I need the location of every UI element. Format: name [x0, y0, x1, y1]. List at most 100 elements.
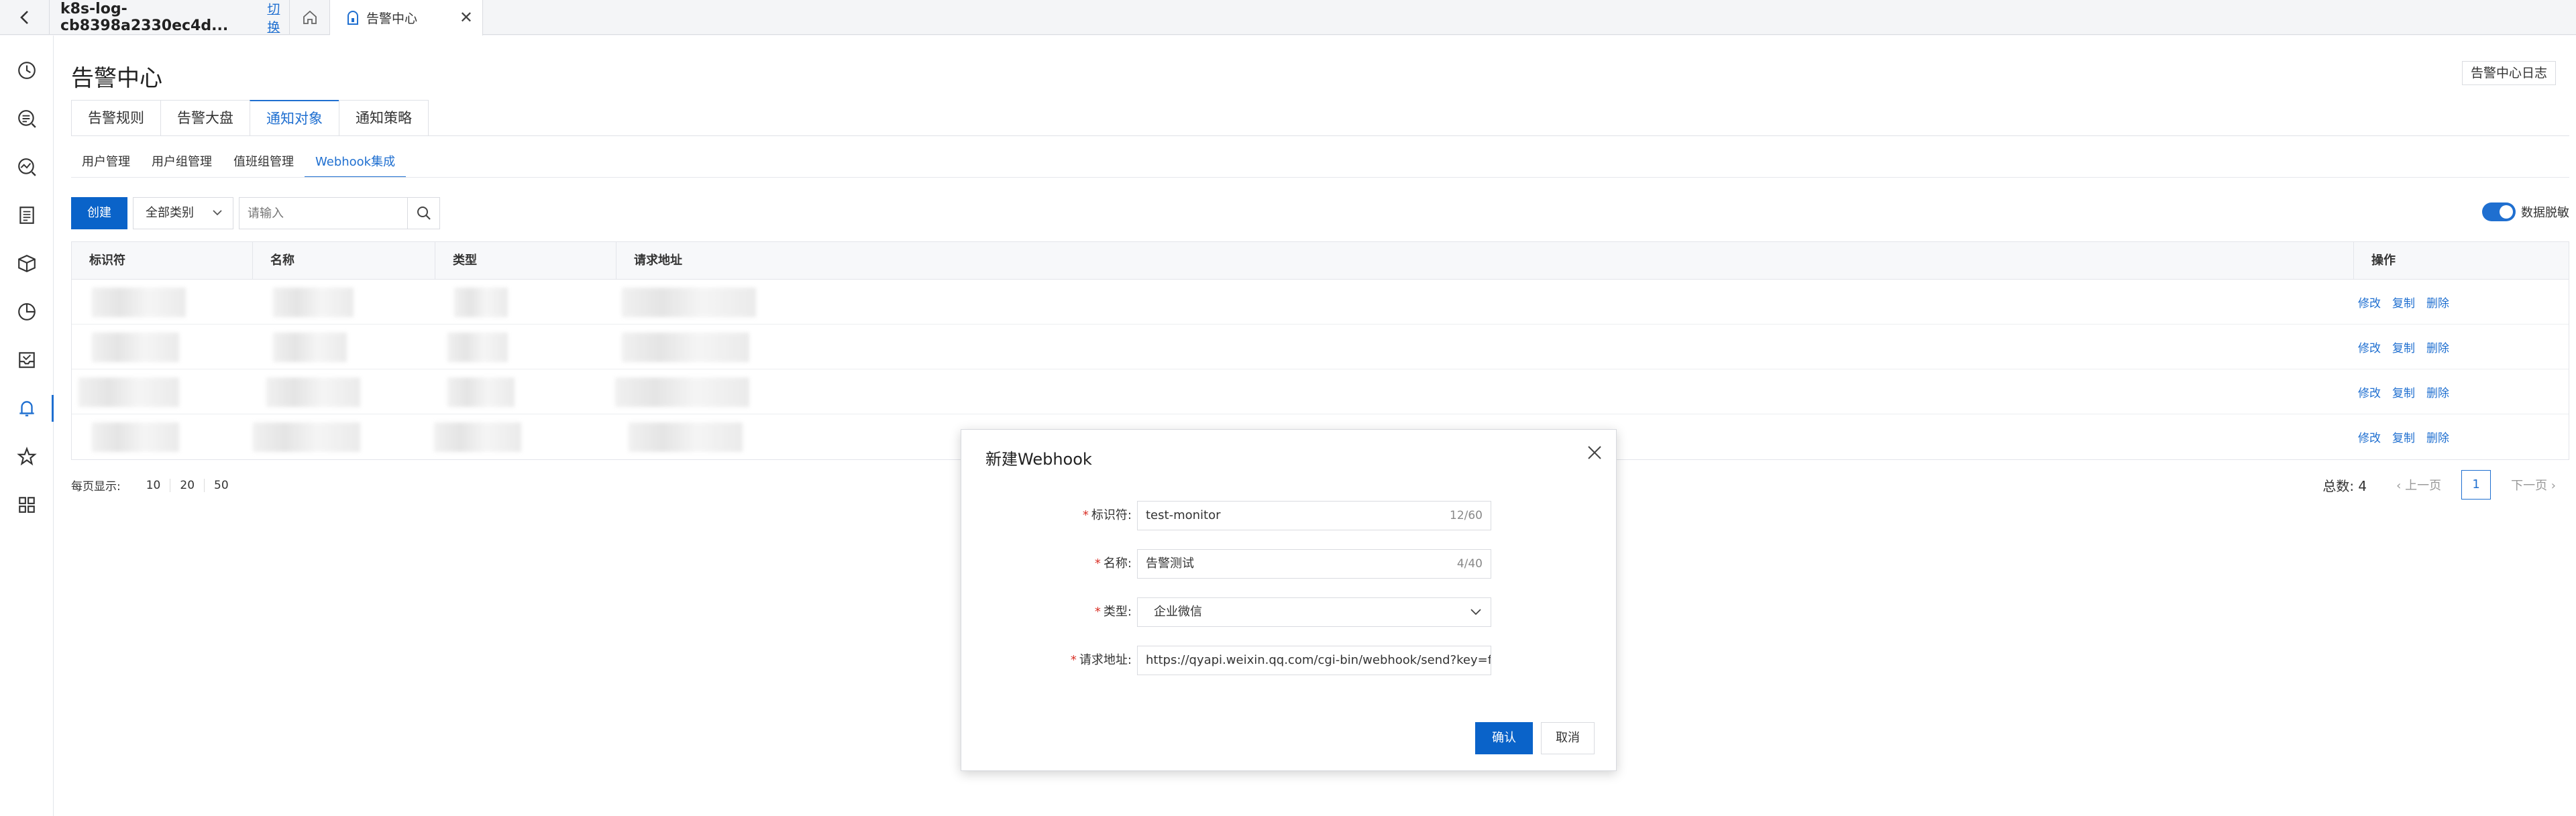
masked-name [266, 377, 360, 407]
name-field[interactable]: 告警测试 4/40 [1137, 549, 1491, 579]
switch-project-link[interactable]: 切换 [267, 0, 289, 36]
identifier-value: test-monitor [1146, 508, 1221, 522]
home-tab[interactable] [290, 0, 330, 35]
tab-alert-dashboard[interactable]: 告警大盘 [160, 100, 250, 136]
masked-name [253, 422, 360, 452]
header-identifier: 标识符 [72, 242, 253, 279]
header-type: 类型 [435, 242, 616, 279]
cancel-button[interactable]: 取消 [1541, 722, 1595, 754]
project-tab[interactable]: k8s-log-cb8398a2330ec4d... 切换 [50, 0, 290, 35]
tab-notify-policies[interactable]: 通知策略 [339, 100, 429, 136]
bell-icon [19, 401, 34, 416]
total-count: 总数: 4 [2322, 477, 2367, 494]
back-button[interactable] [0, 0, 50, 35]
box-icon [18, 255, 36, 272]
page-size-option[interactable]: 10 [137, 478, 171, 492]
url-row: * 请求地址: https://qyapi.weixin.qq.com/cgi-b… [961, 646, 1617, 675]
data-masking-toggle-wrap: 数据脱敏 [2482, 202, 2569, 221]
star-icon [17, 447, 37, 466]
sidebar-item-inbox[interactable] [0, 340, 54, 380]
copy-link[interactable]: 复制 [2392, 294, 2415, 310]
chevron-left-icon [19, 11, 28, 24]
table-row: 修改 复制 删除 [72, 280, 2569, 325]
masked-url [615, 377, 749, 407]
identifier-label: * 标识符: [1082, 508, 1132, 522]
table-row: 修改 复制 删除 [72, 325, 2569, 369]
masked-identifier [78, 377, 179, 407]
page-number-current[interactable]: 1 [2461, 470, 2491, 500]
type-select[interactable]: 企业微信 [1137, 597, 1491, 627]
tab-notify-targets[interactable]: 通知对象 [250, 100, 339, 136]
page-size-label: 每页显示: [71, 480, 121, 493]
close-tab-icon[interactable]: ✕ [460, 8, 473, 27]
table-row: 修改 复制 删除 [72, 369, 2569, 414]
sidebar-item-metrics-search[interactable] [0, 147, 54, 187]
header-name: 名称 [253, 242, 435, 279]
confirm-button[interactable]: 确认 [1475, 722, 1533, 754]
masked-identifier [92, 333, 179, 362]
identifier-char-count: 12/60 [1450, 509, 1483, 522]
tab-alert-rules[interactable]: 告警规则 [71, 100, 161, 136]
search-list-icon [18, 110, 36, 128]
delete-link[interactable]: 删除 [2426, 294, 2449, 310]
next-page-button[interactable]: 下一页 › [2511, 476, 2556, 493]
name-label: * 名称: [1094, 557, 1132, 571]
url-label: * 请求地址: [1070, 653, 1132, 667]
close-icon[interactable] [1587, 445, 1603, 463]
edit-link[interactable]: 修改 [2358, 384, 2381, 400]
clock-icon [18, 62, 36, 79]
sidebar-item-document[interactable] [0, 195, 54, 235]
sidebar-item-bell[interactable] [0, 388, 54, 428]
sidebar-item-grid[interactable] [0, 485, 54, 525]
grid-icon [19, 497, 35, 513]
alert-log-button[interactable]: 告警中心日志 [2461, 61, 2556, 85]
masked-url [622, 288, 756, 317]
sidebar-item-clock[interactable] [0, 50, 54, 91]
delete-link[interactable]: 删除 [2426, 339, 2449, 355]
data-masking-toggle[interactable] [2482, 202, 2516, 221]
tabs-divider [71, 135, 2569, 136]
masked-name [273, 333, 347, 362]
sidebar-item-box[interactable] [0, 243, 54, 284]
edit-link[interactable]: 修改 [2358, 339, 2381, 355]
page-size-option[interactable]: 50 [205, 479, 238, 492]
masked-type [447, 377, 515, 407]
copy-link[interactable]: 复制 [2392, 384, 2415, 400]
type-row: * 类型: 企业微信 [961, 597, 1617, 627]
row-actions: 修改 复制 删除 [2358, 414, 2461, 459]
sidebar-item-search-list[interactable] [0, 99, 54, 139]
masked-type [454, 288, 508, 317]
type-label: * 类型: [1094, 605, 1132, 619]
identifier-field[interactable]: test-monitor 12/60 [1137, 501, 1491, 530]
copy-link[interactable]: 复制 [2392, 339, 2415, 355]
category-select-value: 全部类别 [146, 206, 194, 220]
page-size-selector: 每页显示: 10 20 50 [71, 477, 238, 493]
prev-page-label: 上一页 [2405, 479, 2442, 493]
edit-link[interactable]: 修改 [2358, 294, 2381, 310]
url-field[interactable]: https://qyapi.weixin.qq.com/cgi-bin/webh… [1137, 646, 1491, 675]
copy-link[interactable]: 复制 [2392, 428, 2415, 445]
create-button[interactable]: 创建 [71, 197, 127, 229]
category-select[interactable]: 全部类别 [133, 197, 233, 229]
home-icon [303, 10, 317, 24]
required-mark: * [1094, 557, 1101, 571]
identifier-row: * 标识符: test-monitor 12/60 [961, 501, 1617, 530]
subtab-oncall-group-management[interactable]: 值班组管理 [223, 148, 305, 178]
subtab-user-management[interactable]: 用户管理 [71, 148, 141, 178]
edit-link[interactable]: 修改 [2358, 428, 2381, 445]
prev-page-button[interactable]: ‹ 上一页 [2396, 476, 2441, 493]
sidebar-item-pie-chart[interactable] [0, 292, 54, 332]
subtab-webhook[interactable]: Webhook集成 [305, 148, 407, 178]
subtab-user-group-management[interactable]: 用户组管理 [141, 148, 223, 178]
page-size-option[interactable]: 20 [170, 478, 205, 492]
next-page-label: 下一页 [2511, 479, 2548, 493]
dialog-title: 新建Webhook [985, 450, 1092, 469]
required-mark: * [1070, 653, 1077, 667]
delete-link[interactable]: 删除 [2426, 384, 2449, 400]
sidebar-item-star[interactable] [0, 436, 54, 477]
delete-link[interactable]: 删除 [2426, 428, 2449, 445]
tab-alert-center[interactable]: 告警中心 ✕ [330, 0, 483, 36]
search-input[interactable] [239, 198, 407, 229]
chevron-down-icon [211, 198, 223, 241]
search-button[interactable] [407, 198, 439, 229]
